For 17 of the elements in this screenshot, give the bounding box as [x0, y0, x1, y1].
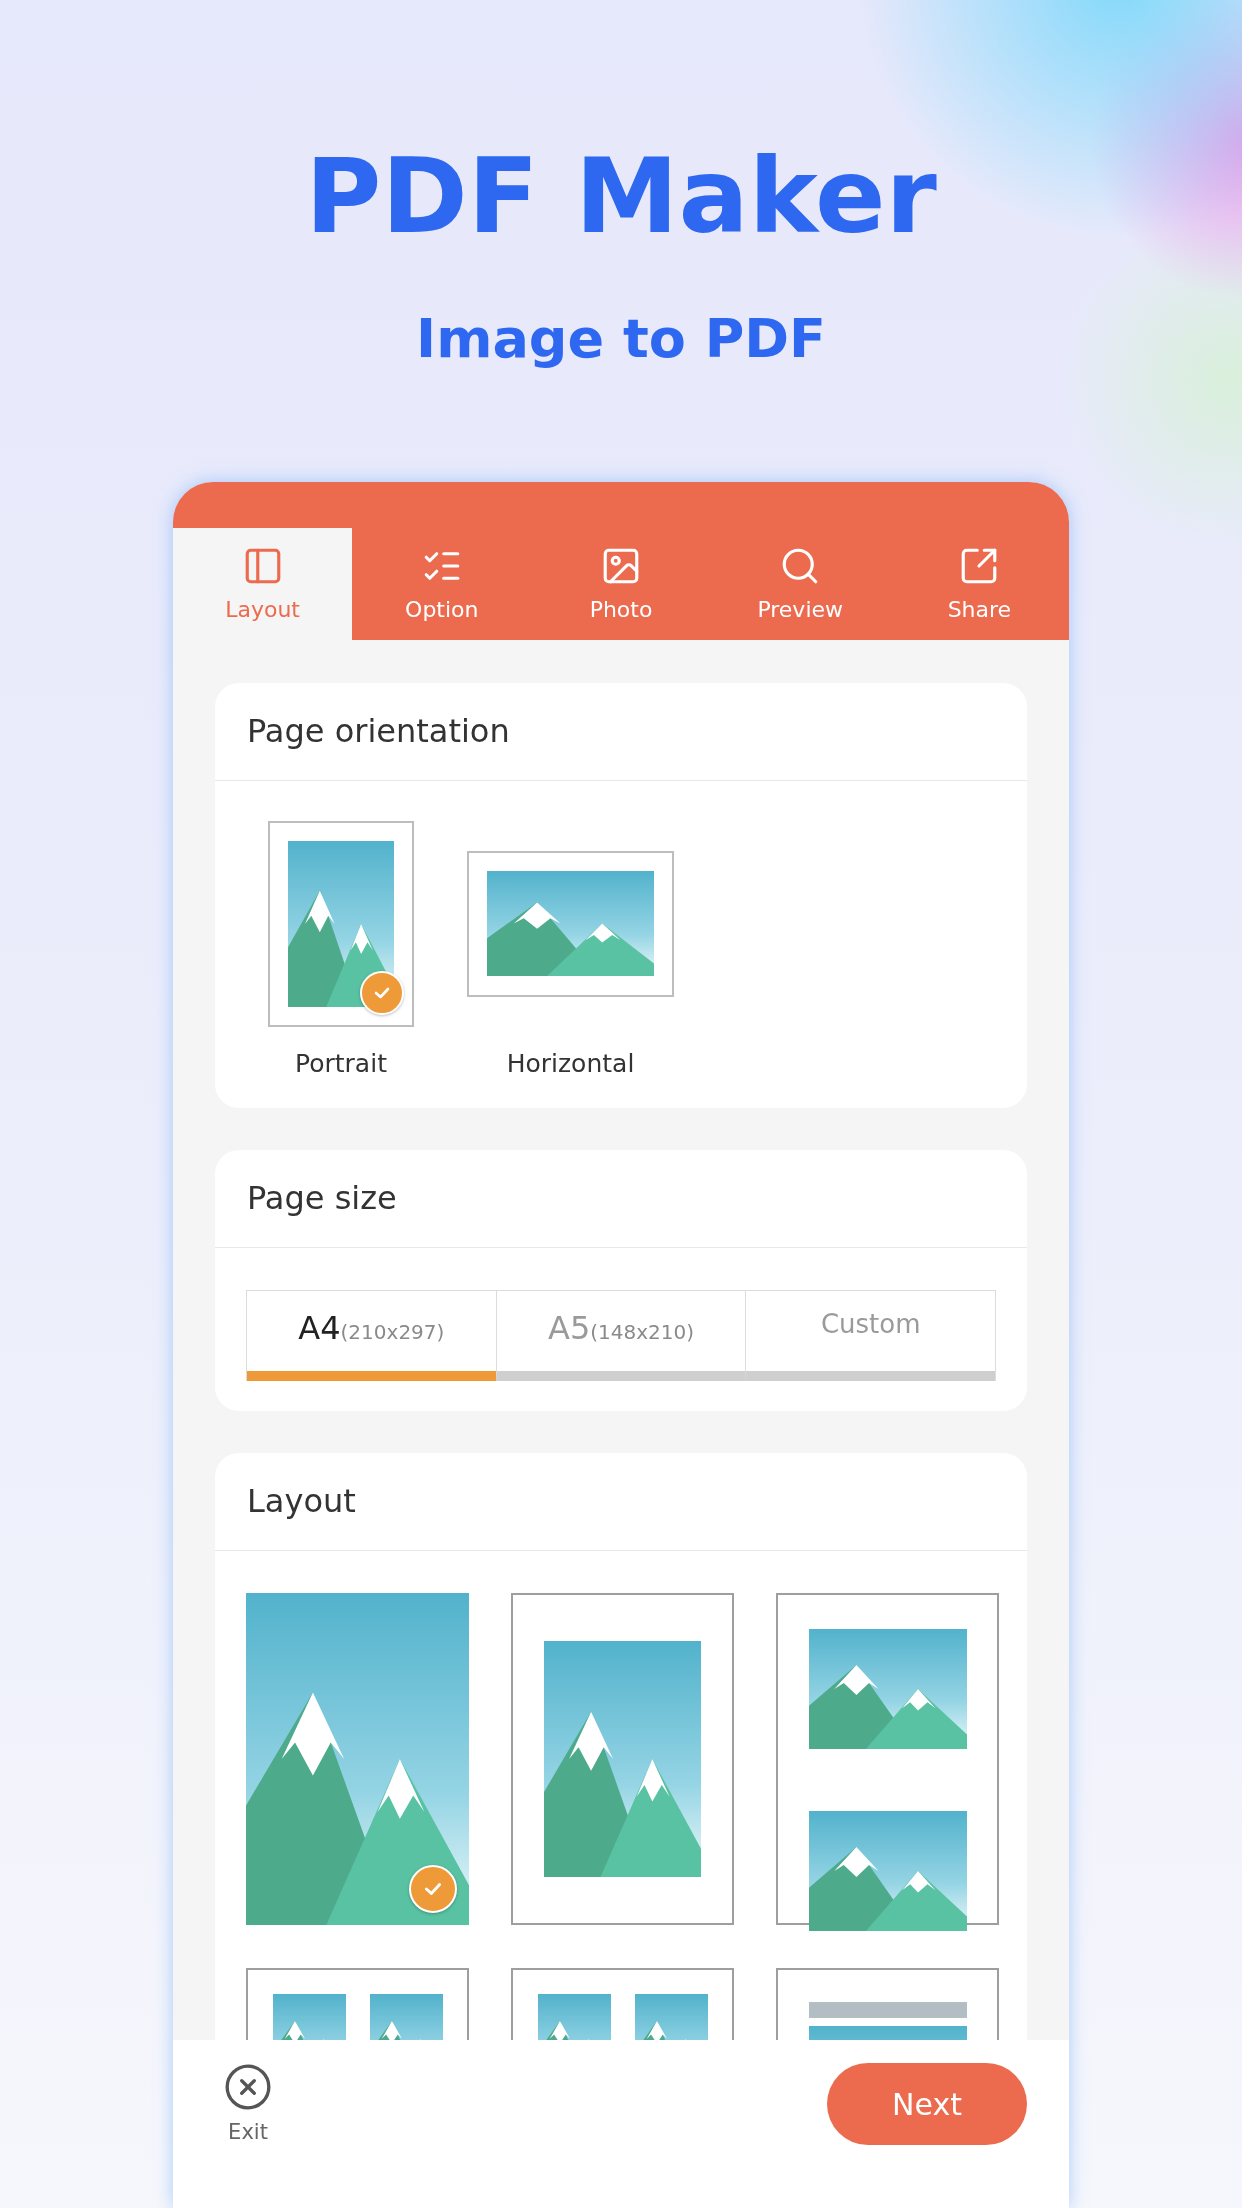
close-icon [223, 2062, 273, 2112]
app-title: PDF Maker [305, 134, 937, 259]
option-label: Horizontal [506, 1048, 635, 1078]
check-badge [360, 970, 404, 1015]
exit-button[interactable]: Exit [223, 2062, 273, 2144]
layout-option[interactable] [511, 1592, 734, 1925]
orientation-option[interactable] [467, 850, 674, 997]
card-title: Page orientation [215, 682, 1027, 781]
next-button[interactable]: Next [827, 2063, 1027, 2145]
page-size-tab[interactable]: A5(148x210) [495, 1290, 746, 1381]
card-title: Page size [215, 1149, 1027, 1248]
card-title: Layout [215, 1452, 1027, 1551]
tab[interactable]: Layout [173, 527, 353, 640]
option-label: Portrait [295, 1048, 387, 1078]
orientation-option[interactable] [268, 820, 414, 1027]
app-subtitle: Image to PDF [416, 306, 826, 372]
page-size-tab[interactable]: Custom [745, 1290, 995, 1381]
